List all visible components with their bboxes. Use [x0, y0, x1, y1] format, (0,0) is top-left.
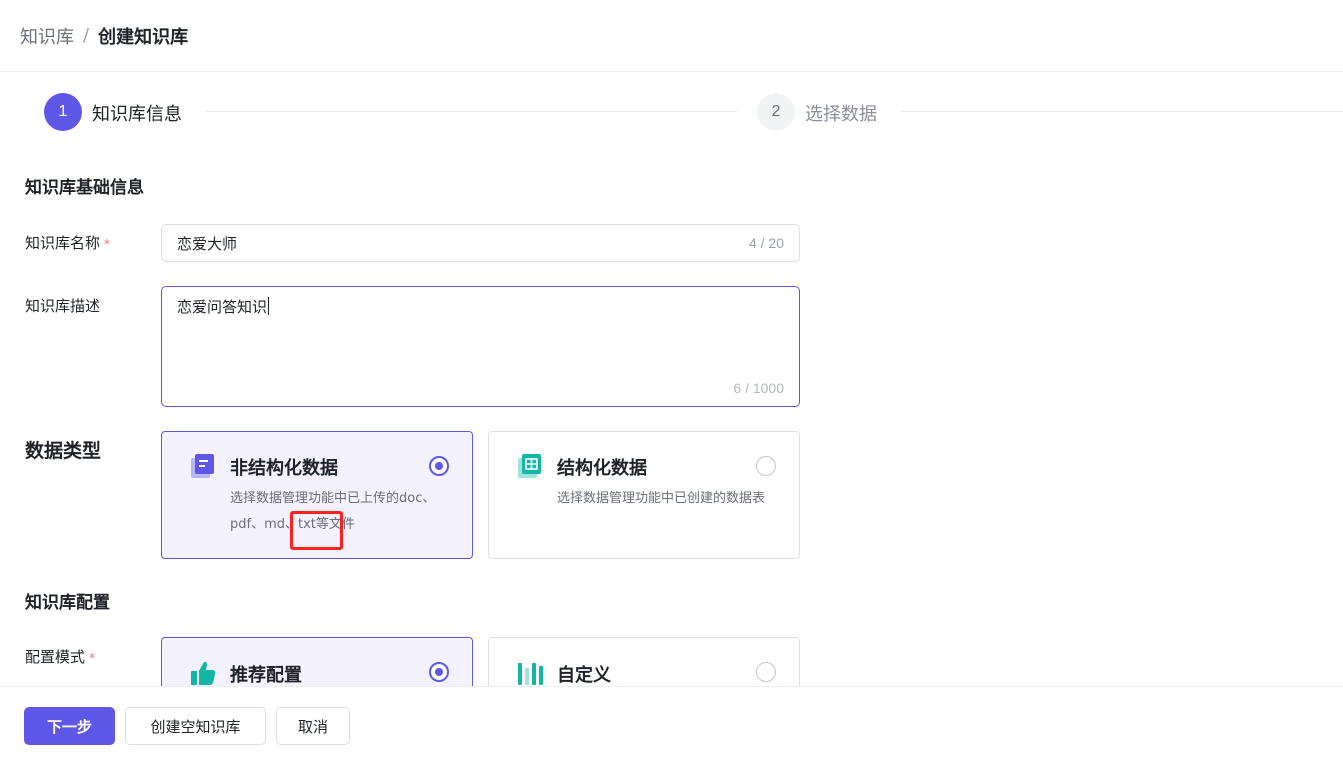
desc-textarea[interactable]: 恋爱问答知识 6 / 1000: [161, 286, 800, 407]
radio-unstructured[interactable]: [429, 456, 449, 476]
breadcrumb-current: 创建知识库: [98, 26, 189, 48]
annotation-highlight-box: [290, 511, 343, 550]
radio-recommended[interactable]: [429, 662, 449, 682]
card-desc-structured: 选择数据管理功能中已创建的数据表: [557, 491, 766, 506]
name-label-text: 知识库名称: [25, 234, 101, 252]
step-2-number: 2: [757, 93, 795, 131]
desc-char-counter: 6 / 1000: [733, 380, 784, 396]
config-mode-label-text: 配置模式: [25, 648, 86, 666]
card-title-unstructured: 非结构化数据: [230, 458, 338, 479]
step-1-label: 知识库信息: [92, 104, 182, 125]
name-field-label: 知识库名称 *: [25, 232, 110, 253]
footer-bar: 下一步 创建空知识库 取消: [0, 686, 1343, 761]
radio-custom[interactable]: [756, 662, 776, 682]
config-mode-label: 配置模式 *: [25, 646, 95, 667]
name-char-counter: 4 / 20: [748, 235, 784, 251]
name-input-value[interactable]: 恋爱大师: [177, 233, 749, 254]
text-caret: [268, 297, 270, 315]
step-indicator: 1 知识库信息 2 选择数据: [0, 73, 1343, 151]
card-title-structured: 结构化数据: [557, 458, 647, 479]
required-mark: *: [104, 237, 111, 251]
desc-textarea-value[interactable]: 恋爱问答知识: [177, 298, 267, 316]
name-input[interactable]: 恋爱大师 4 / 20: [161, 224, 800, 262]
data-type-label: 数据类型: [25, 440, 102, 462]
card-title-recommended: 推荐配置: [230, 665, 302, 686]
document-icon: [191, 454, 214, 478]
data-type-card-structured[interactable]: 结构化数据 选择数据管理功能中已创建的数据表: [488, 431, 800, 559]
desc-field-label: 知识库描述: [25, 297, 101, 315]
breadcrumb: 知识库 / 创建知识库: [0, 0, 1343, 72]
card-title-custom: 自定义: [557, 665, 611, 686]
step-connector: [206, 111, 737, 112]
breadcrumb-parent-link[interactable]: 知识库: [20, 23, 74, 49]
table-icon: [518, 454, 541, 478]
thumbs-up-icon: [191, 661, 216, 685]
radio-structured[interactable]: [756, 456, 776, 476]
create-empty-kb-button[interactable]: 创建空知识库: [125, 707, 266, 745]
basic-info-title: 知识库基础信息: [25, 178, 144, 198]
required-mark: *: [89, 651, 96, 665]
cancel-button[interactable]: 取消: [276, 707, 350, 745]
step-connector-tail: [901, 111, 1343, 112]
next-step-button[interactable]: 下一步: [24, 707, 115, 745]
step-1-number: 1: [44, 93, 82, 131]
step-2-label: 选择数据: [805, 104, 877, 125]
config-section-title: 知识库配置: [25, 593, 110, 613]
breadcrumb-separator: /: [83, 25, 90, 46]
sliders-icon: [518, 663, 543, 685]
